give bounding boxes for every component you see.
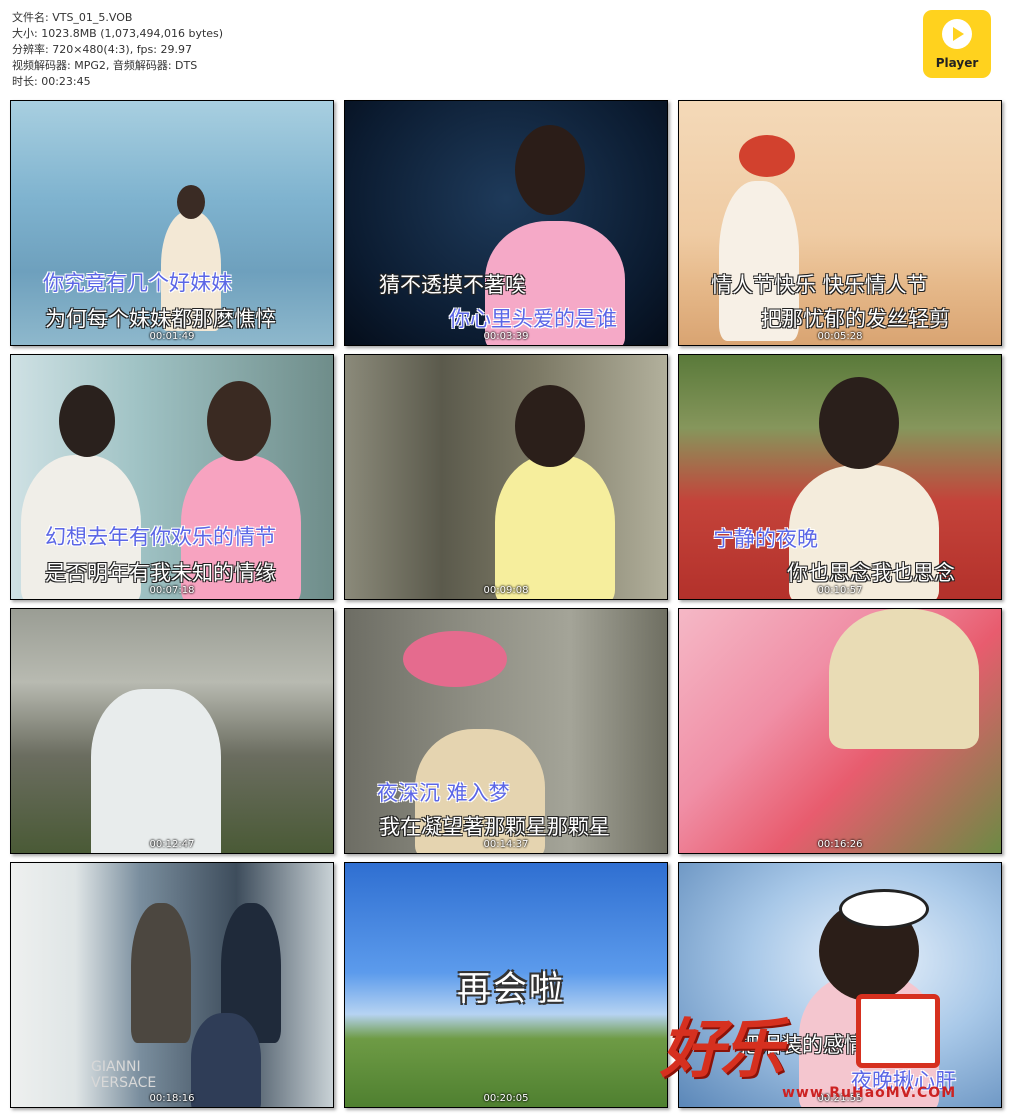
lyric-line-1: 猜不透摸不著唉	[379, 273, 526, 297]
sunglasses	[839, 889, 929, 929]
singer-head	[515, 385, 585, 467]
timestamp: 00:10:57	[817, 585, 863, 596]
lyric-line-1: 幻想去年有你欢乐的情节	[45, 525, 276, 549]
waterfall	[91, 689, 221, 853]
player-logo-label: Player	[935, 56, 979, 70]
resolution-line: 分辨率: 720×480(4:3), fps: 29.97	[12, 43, 192, 56]
lyric-line-2: 我在凝望著那颗星那颗星	[379, 815, 610, 839]
singer-figure	[829, 609, 979, 749]
play-circle-icon	[942, 19, 972, 49]
timestamp: 00:14:37	[483, 839, 529, 850]
singer-head	[177, 185, 205, 219]
duration-line: 时长: 00:23:45	[12, 75, 91, 88]
singer-figure	[495, 455, 615, 599]
timestamp: 00:07:18	[149, 585, 195, 596]
file-info: 文件名: VTS_01_5.VOB 大小: 1023.8MB (1,073,49…	[12, 10, 223, 90]
singer-head	[207, 381, 271, 461]
lyric-line-2: 把那忧郁的发丝轻剪	[761, 307, 950, 331]
thumbnail-8[interactable]: 夜深沉 难入梦 我在凝望著那颗星那颗星 00:14:37	[344, 608, 668, 854]
lyric-line-2: 是否明年有我未知的情缘	[45, 561, 276, 585]
codec-line: 视频解码器: MPG2, 音频解码器: DTS	[12, 59, 198, 72]
singer-head	[819, 377, 899, 469]
file-size-line: 大小: 1023.8MB (1,073,494,016 bytes)	[12, 27, 224, 40]
watermark-url: www.RuHaoMV.COM	[782, 1085, 957, 1101]
thumbnail-4[interactable]: 幻想去年有你欢乐的情节 是否明年有我未知的情缘 00:07:18	[10, 354, 334, 600]
lyric-line-2: 为何每个妹妹都那麽憔悴	[45, 307, 276, 331]
ending-title: 再会啦	[457, 969, 565, 1009]
singer-head	[515, 125, 585, 215]
hat	[739, 135, 795, 177]
thumbnail-7[interactable]: 00:12:47	[10, 608, 334, 854]
timestamp: 00:09:08	[483, 585, 529, 596]
thumbnail-3[interactable]: 情人节快乐 快乐情人节 把那忧郁的发丝轻剪 00:05:28	[678, 100, 1002, 346]
lyric-line-1: 情人节快乐 快乐情人节	[711, 273, 928, 297]
timestamp: 00:05:28	[817, 331, 863, 342]
player-logo: Player	[923, 10, 991, 78]
store-sign: GIANNI VERSACE	[91, 1059, 157, 1091]
pink-hat	[403, 631, 507, 687]
thumbnail-2[interactable]: 猜不透摸不著唉 你心里头爱的是谁 00:03:39	[344, 100, 668, 346]
timestamp: 00:20:05	[483, 1093, 529, 1104]
thumbnail-5[interactable]: 00:09:08	[344, 354, 668, 600]
timestamp: 00:18:16	[149, 1093, 195, 1104]
thumbnail-11[interactable]: 再会啦 00:20:05	[344, 862, 668, 1108]
timestamp: 00:12:47	[149, 839, 195, 850]
timestamp: 00:16:26	[817, 839, 863, 850]
watermark-logo: 好乐 www.RuHaoMV.COM	[660, 992, 1000, 1107]
timestamp: 00:03:39	[483, 331, 529, 342]
thumbnail-6[interactable]: 宁静的夜晚 你也思念我也思念 00:10:57	[678, 354, 1002, 600]
thumbnail-10[interactable]: GIANNI VERSACE 00:18:16	[10, 862, 334, 1108]
lyric-line-2: 你心里头爱的是谁	[449, 307, 617, 331]
mannequin	[131, 903, 191, 1043]
actor-head	[59, 385, 115, 457]
timestamp: 00:01:49	[149, 331, 195, 342]
lyric-line-2: 你也思念我也思念	[787, 561, 955, 585]
lyric-line-1: 夜深沉 难入梦	[377, 781, 510, 805]
thumbnail-1[interactable]: 你究竟有几个好妹妹 为何每个妹妹都那麽憔悴 00:01:49	[10, 100, 334, 346]
lyric-line-1: 你究竟有几个好妹妹	[43, 271, 232, 295]
lyric-line-1: 宁静的夜晚	[713, 527, 818, 551]
thumbnail-9[interactable]: 00:16:26	[678, 608, 1002, 854]
file-name-line: 文件名: VTS_01_5.VOB	[12, 11, 133, 24]
tv-icon	[856, 994, 940, 1068]
watermark-text: 好乐	[660, 1013, 784, 1087]
